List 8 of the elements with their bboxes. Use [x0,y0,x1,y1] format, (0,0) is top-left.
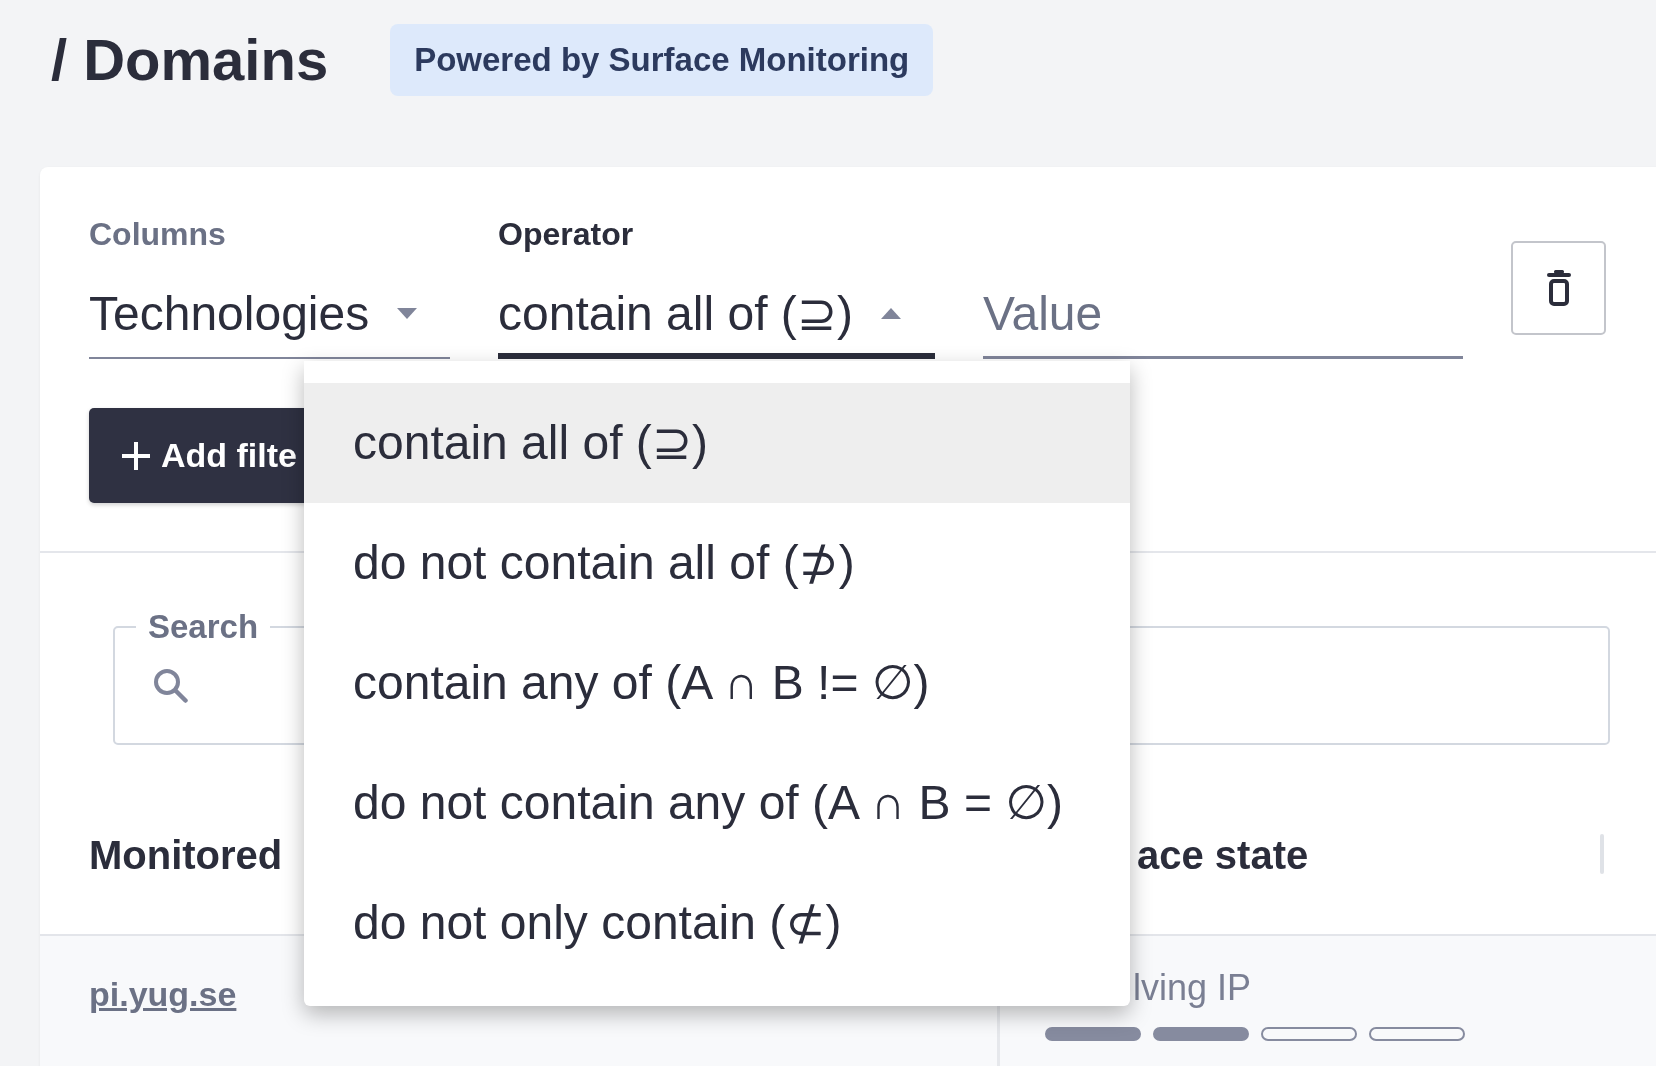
column-header: ace state [1137,832,1309,879]
search-label: Search [147,608,260,646]
page-title: / Domains [51,31,329,89]
field-label: Columns [89,215,227,253]
field-label: Operator [498,215,635,253]
column-header: Monitored [89,833,283,877]
state-text: lving IP [1133,966,1252,1010]
source-badge: Powered by Surface Monitoring [390,24,934,96]
